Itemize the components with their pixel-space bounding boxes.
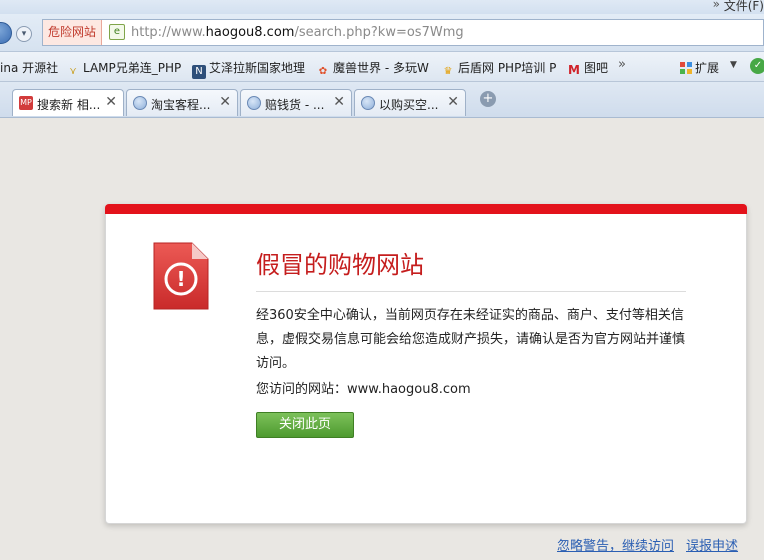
security-warning-card: ! 假冒的购物网站 经360安全中心确认，当前网页存在未经证实的商品、商户、支付…: [105, 204, 747, 524]
extensions-button[interactable]: 扩展: [680, 59, 719, 76]
menu-overflow-chevron[interactable]: »: [713, 0, 720, 11]
ngacn-icon: N: [192, 65, 206, 79]
tab-label: 赔钱货 - ...: [265, 98, 325, 112]
close-icon[interactable]: ✕: [333, 94, 345, 110]
mp-icon: MP: [19, 96, 33, 110]
wings-icon: ⋎: [69, 66, 77, 77]
favorite-label: 魔兽世界 - 多玩W: [333, 61, 429, 75]
tab-label: 淘宝客程...: [151, 98, 211, 112]
visited-site-line: 您访问的网站：www.haogou8.com: [256, 378, 471, 402]
extension-green-icon[interactable]: ✓: [750, 58, 764, 74]
danger-top-bar: [105, 204, 747, 214]
url-text[interactable]: http://www.haogou8.com/search.php?kw=os7…: [131, 20, 464, 45]
favorite-label: 图吧: [584, 61, 609, 75]
favorite-item-duowan[interactable]: ✿ 魔兽世界 - 多玩W: [316, 59, 429, 79]
url-host: haogou8.com: [205, 25, 295, 40]
ignore-warning-link[interactable]: 忽略警告，继续访问: [557, 535, 674, 554]
title-strip: » 文件(F): [0, 0, 764, 14]
ie-icon: [361, 96, 375, 110]
address-toolbar: ▾ 危险网站 e http://www.haogou8.com/search.p…: [0, 14, 764, 52]
favorites-more-chevron[interactable]: »: [618, 57, 626, 72]
warning-title: 假冒的购物网站: [256, 251, 424, 279]
menu-file[interactable]: 文件(F): [724, 0, 764, 14]
history-dropdown-button[interactable]: ▾: [16, 26, 32, 42]
tab-yigoumai[interactable]: 以购买空... ✕: [354, 89, 466, 116]
warning-message: 经360安全中心确认，当前网页存在未经证实的商品、商户、支付等相关信息，虚假交易…: [256, 308, 686, 371]
favorite-item-lamp[interactable]: ⋎ LAMP兄弟连_PHP: [66, 59, 181, 79]
favorite-item-ngacn[interactable]: N 艾泽拉斯国家地理: [192, 59, 305, 79]
ie-icon: [133, 96, 147, 110]
favorite-label: ina 开源社: [0, 61, 59, 75]
warning-exclamation: !: [176, 267, 185, 291]
page-ie-icon: e: [109, 24, 125, 40]
favorite-item-oschina[interactable]: ina 开源社: [0, 59, 58, 76]
tab-bar: MP 搜索新 相... ✕ 淘宝客程... ✕ 赔钱货 - ... ✕ 以购买空…: [0, 82, 764, 118]
report-false-positive-link[interactable]: 误报申述: [686, 535, 738, 554]
extensions-dropdown-icon[interactable]: ▼: [730, 60, 737, 70]
tab-label: 搜索新 相...: [37, 98, 101, 112]
flower-icon: ✿: [318, 66, 328, 77]
close-icon[interactable]: ✕: [219, 94, 231, 110]
favorites-bar: ina 开源社 ⋎ LAMP兄弟连_PHP N 艾泽拉斯国家地理 ✿ 魔兽世界 - 多…: [0, 52, 764, 82]
visited-site-url: www.haogou8.com: [347, 382, 471, 397]
tab-taobaoke[interactable]: 淘宝客程... ✕: [126, 89, 238, 116]
address-bar[interactable]: 危险网站 e http://www.haogou8.com/search.php…: [42, 19, 764, 46]
close-icon[interactable]: ✕: [105, 94, 117, 110]
ie-icon: [247, 96, 261, 110]
warning-document-icon: !: [153, 242, 209, 310]
trophy-icon: ♛: [443, 66, 453, 77]
extensions-label: 扩展: [695, 61, 720, 75]
close-page-button[interactable]: 关闭此页: [256, 412, 354, 438]
favorite-label: 艾泽拉斯国家地理: [209, 61, 306, 75]
tab-label: 以购买空...: [379, 98, 439, 112]
favorite-item-houdunwang[interactable]: ♛ 后盾网 PHP培训 P: [441, 59, 557, 79]
visited-site-prefix: 您访问的网站：: [256, 382, 348, 397]
title-divider: [256, 291, 686, 292]
new-tab-button[interactable]: +: [480, 91, 496, 107]
danger-site-badge[interactable]: 危险网站: [43, 20, 103, 45]
back-button[interactable]: [0, 22, 12, 44]
favorite-label: 后盾网 PHP培训 P: [458, 61, 557, 75]
apps-grid-icon: [680, 62, 692, 74]
favorite-item-tuba[interactable]: M 图吧: [567, 59, 608, 77]
tab-peiqianhuo[interactable]: 赔钱货 - ... ✕: [240, 89, 352, 116]
url-path: /search.php?kw=os7Wmg: [294, 25, 464, 40]
favorite-label: LAMP兄弟连_PHP: [83, 61, 182, 75]
url-scheme: http://www.: [131, 25, 206, 40]
tab-search[interactable]: MP 搜索新 相... ✕: [12, 89, 124, 116]
close-icon[interactable]: ✕: [447, 94, 459, 110]
m-logo-icon: M: [568, 63, 580, 77]
